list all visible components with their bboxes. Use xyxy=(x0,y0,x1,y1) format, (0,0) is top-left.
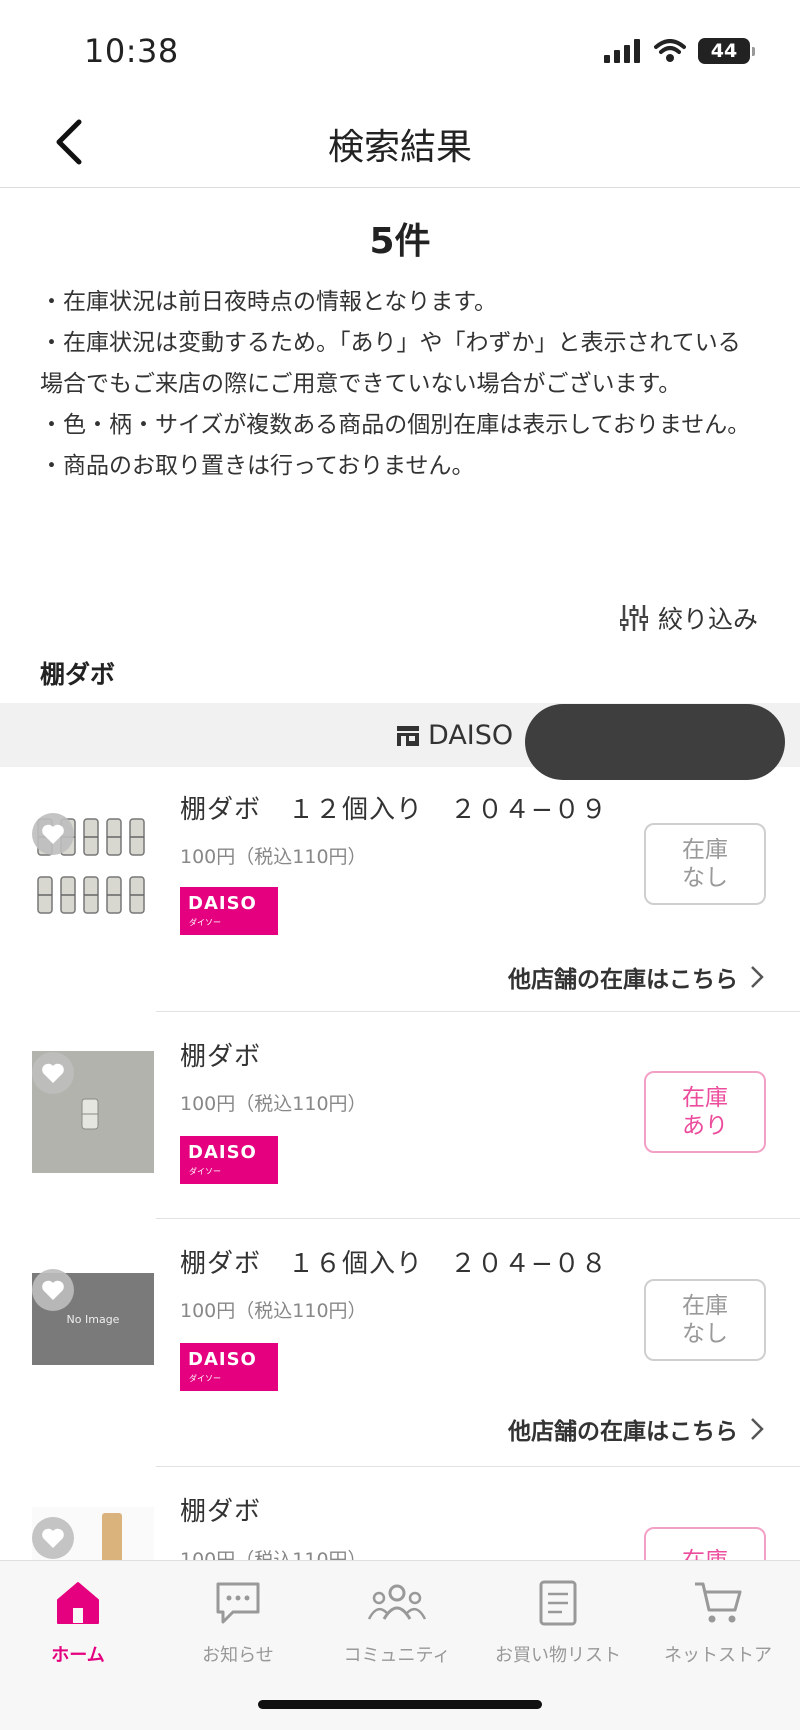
status-bar: 10:38 44 xyxy=(0,0,800,100)
tab-shopping-list[interactable]: お買い物リスト xyxy=(483,1573,633,1667)
logo-subtext: ダイソー xyxy=(189,1167,221,1176)
stock-notes: ・在庫状況は前日夜時点の情報となります。 ・在庫状況は変動するため。「あり」や「… xyxy=(40,282,760,487)
note-line: ・在庫状況は変動するため。「あり」や「わずか」と表示されている場合でもご来店の際… xyxy=(40,330,741,397)
status-icons: 44 xyxy=(604,38,755,64)
tab-label: お知らせ xyxy=(202,1645,274,1666)
navigation-bar: 検索結果 xyxy=(0,100,800,188)
status-time: 10:38 xyxy=(84,32,179,70)
product-name: 棚ダボ １２個入り ２０４−０９ xyxy=(180,795,608,825)
search-query-label: 棚ダボ xyxy=(40,660,116,689)
result-count: 5件 xyxy=(369,221,431,262)
product-item[interactable]: No Image 棚ダボ １６個入り ２０４−０８ 100円（税込110円） D… xyxy=(0,1219,800,1467)
product-name: 棚ダボ xyxy=(180,1497,262,1527)
logo-subtext: ダイソー xyxy=(189,1374,221,1383)
signal-icon xyxy=(604,39,640,63)
daiso-logo: DAISO ダイソー xyxy=(180,887,278,935)
tab-label: ホーム xyxy=(51,1645,105,1666)
heart-icon xyxy=(42,1063,64,1083)
favorite-button[interactable] xyxy=(32,1052,74,1094)
favorite-button[interactable] xyxy=(32,1269,74,1311)
product-item[interactable]: 棚ダボ 100円（税込110円） 在庫 xyxy=(0,1467,800,1560)
community-icon xyxy=(367,1584,427,1620)
other-stores-link[interactable]: 他店舗の在庫はこちら xyxy=(508,1412,764,1446)
logo-text: DAISO xyxy=(188,893,257,914)
favorite-button[interactable] xyxy=(32,1517,74,1559)
other-stores-link[interactable]: 他店舗の在庫はこちら xyxy=(508,960,764,994)
chevron-right-icon xyxy=(751,1418,764,1440)
note-line: ・色・柄・サイズが複数ある商品の個別在庫は表示しておりません。 xyxy=(40,412,751,438)
heart-icon xyxy=(42,1528,64,1548)
favorite-button[interactable] xyxy=(32,813,74,855)
tab-community[interactable]: コミュニティ xyxy=(322,1573,472,1667)
tab-label: ネットストア xyxy=(664,1645,772,1666)
filter-sliders-icon xyxy=(619,605,648,631)
home-indicator xyxy=(258,1700,542,1709)
battery-indicator: 44 xyxy=(698,38,755,64)
tab-notifications[interactable]: お知らせ xyxy=(163,1573,313,1667)
product-name: 棚ダボ xyxy=(180,1042,262,1072)
product-item[interactable]: 棚ダボ １２個入り ２０４−０９ 100円（税込110円） DAISO ダイソー… xyxy=(0,767,800,1012)
product-price: 100円（税込110円） xyxy=(180,1300,367,1322)
logo-subtext: ダイソー xyxy=(189,918,221,927)
product-price: 100円（税込110円） xyxy=(180,1549,367,1560)
logo-text: DAISO xyxy=(188,1349,257,1370)
tab-label: コミュニティ xyxy=(343,1645,451,1666)
product-price: 100円（税込110円） xyxy=(180,1093,367,1115)
cart-icon xyxy=(695,1582,742,1623)
daiso-logo: DAISO ダイソー xyxy=(180,1343,278,1391)
stock-status-button[interactable]: 在庫 あり xyxy=(644,1071,766,1153)
product-name: 棚ダボ １６個入り ２０４−０８ xyxy=(180,1249,608,1279)
filter-label: 絞り込み xyxy=(657,605,758,634)
page-title: 検索結果 xyxy=(327,127,472,168)
other-stores-label: 他店舗の在庫はこちら xyxy=(508,1419,738,1445)
chevron-right-icon xyxy=(751,966,764,988)
tab-net-store[interactable]: ネットストア xyxy=(643,1573,793,1667)
stock-status-button[interactable]: 在庫 xyxy=(644,1527,766,1560)
chat-bubble-icon xyxy=(216,1582,260,1624)
store-icon xyxy=(397,725,419,746)
note-line: ・商品のお取り置きは行っておりません。 xyxy=(40,453,475,479)
other-stores-label: 他店舗の在庫はこちら xyxy=(508,967,738,993)
tab-home[interactable]: ホーム xyxy=(3,1573,153,1667)
tab-label: お買い物リスト xyxy=(495,1645,621,1666)
heart-icon xyxy=(42,1280,64,1300)
no-image-label: No Image xyxy=(66,1312,120,1326)
daiso-logo: DAISO ダイソー xyxy=(180,1136,278,1184)
filter-button[interactable]: 絞り込み xyxy=(619,600,758,636)
store-selector[interactable]: DAISO xyxy=(396,720,513,751)
stock-status-button[interactable]: 在庫 なし xyxy=(644,823,766,905)
list-icon xyxy=(539,1580,577,1626)
wifi-icon xyxy=(654,39,686,62)
logo-text: DAISO xyxy=(188,1142,257,1163)
product-item[interactable]: 棚ダボ 100円（税込110円） DAISO ダイソー 在庫 あり xyxy=(0,1012,800,1219)
store-bar: DAISO xyxy=(0,703,800,780)
note-line: ・在庫状況は前日夜時点の情報となります。 xyxy=(40,289,498,315)
product-price: 100円（税込110円） xyxy=(180,846,367,868)
stock-status-button[interactable]: 在庫 なし xyxy=(644,1279,766,1361)
store-name: DAISO xyxy=(428,720,514,751)
heart-icon xyxy=(42,824,64,844)
home-icon xyxy=(57,1582,99,1624)
